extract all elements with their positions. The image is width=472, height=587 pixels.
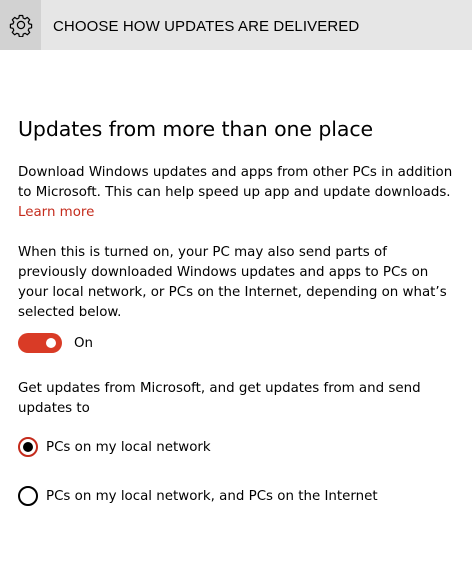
source-prompt: Get updates from Microsoft, and get upda… bbox=[18, 381, 421, 416]
radio-dot bbox=[23, 442, 33, 452]
page-title: CHOOSE HOW UPDATES ARE DELIVERED bbox=[53, 18, 360, 35]
description-body: Download Windows updates and apps from o… bbox=[18, 165, 453, 200]
radio-button-checked[interactable] bbox=[18, 437, 38, 457]
radio-label-local-and-internet: PCs on my local network, and PCs on the … bbox=[46, 488, 378, 504]
radio-local-network[interactable]: PCs on my local network bbox=[18, 436, 211, 458]
radio-label-local-network: PCs on my local network bbox=[46, 439, 211, 455]
delivery-toggle[interactable] bbox=[18, 333, 62, 353]
gear-icon bbox=[9, 14, 32, 37]
radio-local-and-internet[interactable]: PCs on my local network, and PCs on the … bbox=[18, 485, 378, 507]
toggle-state-label: On bbox=[74, 335, 94, 351]
learn-more-link[interactable]: Learn more bbox=[18, 203, 458, 223]
info-text: When this is turned on, your PC may also… bbox=[18, 245, 447, 320]
toggle-knob bbox=[46, 338, 56, 348]
description-text: Download Windows updates and apps from o… bbox=[18, 163, 458, 223]
settings-header: CHOOSE HOW UPDATES ARE DELIVERED bbox=[0, 0, 472, 50]
radio-button-unchecked[interactable] bbox=[18, 486, 38, 506]
delivery-toggle-row: On bbox=[18, 332, 93, 354]
section-heading: Updates from more than one place bbox=[18, 117, 373, 141]
gear-icon-button[interactable] bbox=[0, 0, 41, 50]
